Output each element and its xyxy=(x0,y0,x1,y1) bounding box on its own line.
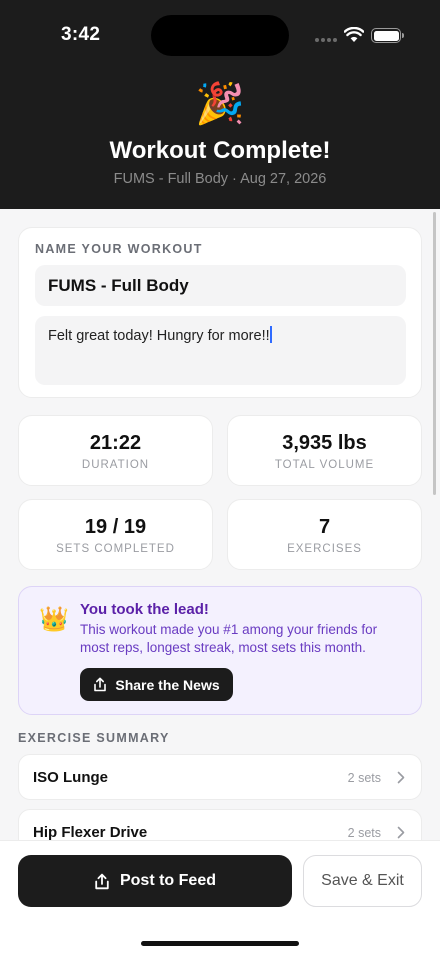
save-exit-button[interactable]: Save & Exit xyxy=(303,855,422,907)
stat-duration: 21:22 DURATION xyxy=(18,415,213,486)
exercise-row[interactable]: ISO Lunge 2 sets xyxy=(18,754,422,800)
wifi-icon xyxy=(344,27,364,42)
notes-text: Felt great today! Hungry for more!! xyxy=(48,328,270,344)
share-icon xyxy=(94,677,107,692)
stat-value: 7 xyxy=(318,516,331,538)
stat-sets-completed: 19 / 19 SETS COMPLETED xyxy=(18,499,213,570)
workout-notes-input[interactable]: Felt great today! Hungry for more!! xyxy=(35,316,406,385)
save-exit-label: Save & Exit xyxy=(321,872,404,889)
battery-icon xyxy=(371,28,404,43)
stat-label: EXERCISES xyxy=(287,543,362,555)
share-news-label: Share the News xyxy=(115,676,220,693)
dynamic-island xyxy=(151,15,289,56)
text-caret xyxy=(269,326,272,343)
exercise-summary-label: EXERCISE SUMMARY xyxy=(18,731,170,745)
stat-exercises: 7 EXERCISES xyxy=(227,499,422,570)
signal-icon xyxy=(315,38,337,42)
stat-value: 21:22 xyxy=(89,432,142,454)
stat-value: 3,935 lbs xyxy=(282,432,367,454)
workout-name-input[interactable]: FUMS - Full Body xyxy=(35,265,406,306)
share-news-button[interactable]: Share the News xyxy=(80,668,233,701)
stat-label: TOTAL VOLUME xyxy=(274,459,375,471)
header: 3:42 🎉 Workout Complete! FUMS - Full Bod… xyxy=(0,0,440,209)
page-title: Workout Complete! xyxy=(109,137,331,164)
chevron-right-icon xyxy=(397,826,405,839)
lead-card: 👑 You took the lead! This workout made y… xyxy=(18,586,422,715)
post-to-feed-button[interactable]: Post to Feed xyxy=(18,855,292,907)
lead-text: This workout made you #1 among your frie… xyxy=(80,622,378,655)
stat-value: 19 / 19 xyxy=(84,516,147,538)
exercise-sets: 2 sets xyxy=(347,771,381,785)
name-workout-card: NAME YOUR WORKOUT FUMS - Full Body Felt … xyxy=(18,227,422,398)
home-indicator xyxy=(141,941,299,946)
party-popper-icon: 🎉 xyxy=(195,82,245,126)
crown-icon: 👑 xyxy=(39,606,69,633)
stat-label: SETS COMPLETED xyxy=(56,543,175,555)
scrollbar[interactable] xyxy=(433,212,436,495)
name-workout-label: NAME YOUR WORKOUT xyxy=(35,242,203,256)
status-time: 3:42 xyxy=(61,24,101,45)
stat-total-volume: 3,935 lbs TOTAL VOLUME xyxy=(227,415,422,486)
exercise-name: ISO Lunge xyxy=(33,769,108,786)
lead-title: You took the lead! xyxy=(80,601,209,618)
share-icon xyxy=(95,873,109,889)
bottom-action-bar: Post to Feed Save & Exit xyxy=(0,840,440,956)
page-subtitle: FUMS - Full Body · Aug 27, 2026 xyxy=(113,171,327,187)
stat-label: DURATION xyxy=(81,459,150,471)
exercise-name: Hip Flexer Drive xyxy=(33,824,148,841)
chevron-right-icon xyxy=(397,771,405,784)
exercise-sets: 2 sets xyxy=(347,826,381,840)
post-to-feed-label: Post to Feed xyxy=(119,872,216,889)
